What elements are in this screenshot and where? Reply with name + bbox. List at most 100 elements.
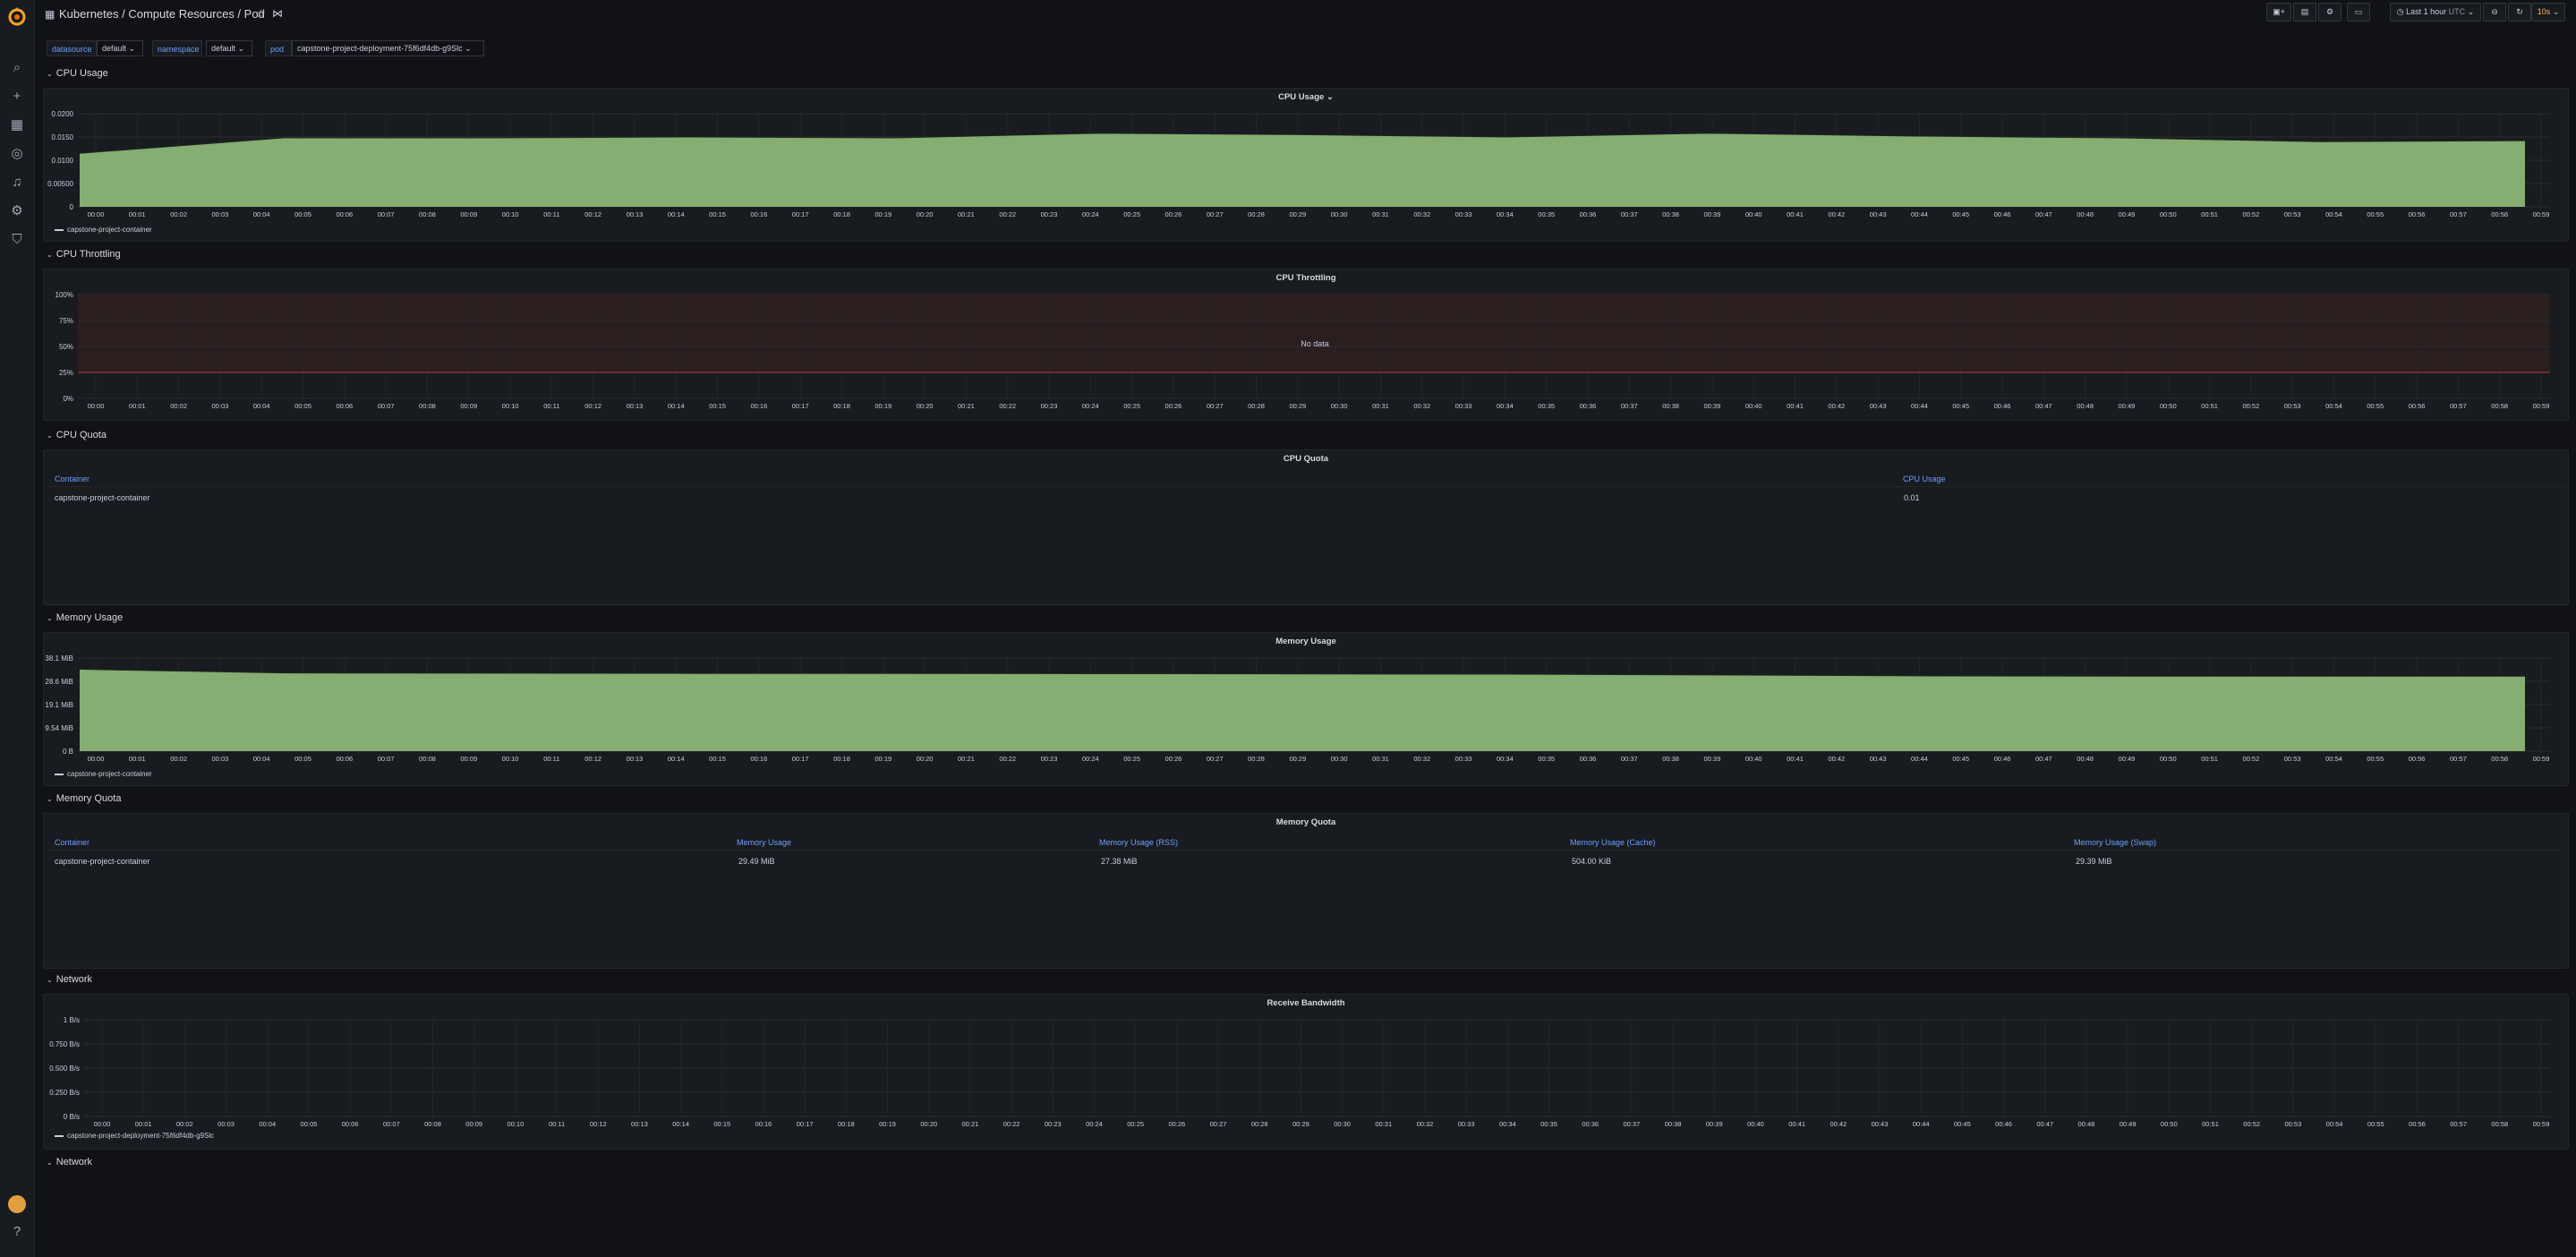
x-tick-label: 00:21 [958, 210, 975, 218]
dashboards-icon[interactable]: ▦ [8, 116, 26, 134]
column-header-container[interactable]: Container [55, 838, 90, 847]
x-tick-label: 00:58 [2491, 1120, 2508, 1128]
x-tick-label: 00:11 [543, 755, 559, 763]
help-icon[interactable]: ? [8, 1223, 26, 1241]
x-tick-label: 00:12 [584, 755, 601, 763]
no-data-label: No data [1301, 339, 1329, 348]
row-header-cpu-usage[interactable]: ⌄ CPU Usage [47, 68, 108, 79]
row-header-network-2[interactable]: ⌄ Network [47, 1157, 92, 1167]
x-tick-label: 00:00 [88, 210, 105, 218]
tv-mode-icon[interactable]: ▭ [2347, 3, 2370, 21]
x-tick-label: 00:25 [1123, 755, 1140, 763]
x-tick-label: 00:54 [2325, 402, 2342, 410]
column-header-memory-usage[interactable]: Memory Usage [737, 838, 791, 847]
column-header-memory-swap[interactable]: Memory Usage (Swap) [2074, 838, 2156, 847]
zoom-out-icon[interactable]: ⊖ [2483, 3, 2506, 21]
panel-title[interactable]: Memory Quota [44, 817, 2568, 827]
x-tick-label: 00:41 [1787, 210, 1804, 218]
x-tick-label: 00:39 [1706, 1120, 1723, 1128]
x-tick-label: 00:35 [1540, 1120, 1557, 1128]
column-header-cpu-usage[interactable]: CPU Usage [1903, 475, 1946, 483]
column-header-memory-cache[interactable]: Memory Usage (Cache) [1570, 838, 1656, 847]
plus-icon[interactable]: + [8, 88, 26, 106]
x-tick-label: 00:06 [336, 755, 353, 763]
shield-icon[interactable]: ⛉ [8, 231, 26, 249]
refresh-interval-picker[interactable]: 10s ⌄ [2531, 3, 2565, 21]
panel-title[interactable]: CPU Throttling [44, 273, 2568, 283]
alerting-bell-icon[interactable]: ♫ [8, 174, 26, 192]
x-tick-label: 00:56 [2409, 1120, 2426, 1128]
variable-value: capstone-project-deployment-75f6df4db-g9… [297, 44, 463, 53]
dashboard-settings-icon[interactable]: ⚙ [2318, 3, 2341, 21]
legend-item[interactable]: capstone-project-container [55, 226, 152, 234]
x-tick-label: 00:34 [1497, 210, 1514, 218]
variable-select-namespace[interactable]: default ⌄ [206, 40, 252, 56]
variable-select-pod[interactable]: capstone-project-deployment-75f6df4db-g9… [292, 40, 484, 56]
chevron-down-icon: ⌄ [47, 70, 53, 78]
star-icon[interactable]: ☆ [256, 7, 266, 20]
x-tick-label: 00:14 [668, 210, 685, 218]
y-tick-label: 0.00500 [47, 180, 73, 188]
row-header-cpu-quota[interactable]: ⌄ CPU Quota [47, 430, 107, 440]
x-tick-label: 00:02 [176, 1120, 193, 1128]
panel-title[interactable]: Receive Bandwidth [44, 998, 2568, 1008]
memory-usage-chart[interactable]: 38.1 MiB 28.6 MiB 19.1 MiB 9.54 MiB 0 B 00:00… [44, 647, 2568, 782]
y-tick-label: 0 B [63, 748, 73, 756]
chevron-down-icon: ⌄ [47, 614, 53, 622]
x-tick-label: 00:59 [2533, 402, 2550, 410]
refresh-icon[interactable]: ↻ [2508, 3, 2531, 21]
x-tick-label: 00:14 [668, 402, 685, 410]
x-tick-label: 00:27 [1207, 755, 1224, 763]
x-tick-label: 00:44 [1911, 402, 1928, 410]
x-tick-label: 00:05 [294, 210, 311, 218]
legend-item[interactable]: capstone-project-deployment-75f6df4db-g9… [55, 1132, 214, 1140]
row-header-network[interactable]: ⌄ Network [47, 974, 92, 985]
x-tick-label: 00:29 [1289, 402, 1306, 410]
x-tick-label: 00:07 [383, 1120, 400, 1128]
panel-title[interactable]: Memory Usage [44, 637, 2568, 646]
x-tick-label: 00:06 [336, 210, 353, 218]
x-tick-label: 00:33 [1455, 755, 1472, 763]
x-tick-label: 00:42 [1830, 1120, 1847, 1128]
x-tick-label: 00:58 [2491, 402, 2508, 410]
explore-compass-icon[interactable]: ◎ [8, 145, 26, 163]
row-header-memory-usage[interactable]: ⌄ Memory Usage [47, 612, 123, 623]
search-icon[interactable]: ⌕ [8, 59, 26, 77]
legend-item[interactable]: capstone-project-container [55, 770, 152, 778]
add-panel-button[interactable]: ▣+ [2266, 3, 2291, 21]
page-title[interactable]: Kubernetes / Compute Resources / Pod [59, 7, 265, 21]
row-header-memory-quota[interactable]: ⌄ Memory Quota [47, 793, 121, 804]
x-tick-label: 00:25 [1123, 210, 1140, 218]
top-bar: ▦ Kubernetes / Compute Resources / Pod ☆… [34, 0, 2576, 29]
x-tick-label: 00:28 [1248, 402, 1265, 410]
x-tick-label: 00:16 [750, 210, 767, 218]
variable-select-datasource[interactable]: default ⌄ [97, 40, 143, 56]
receive-bandwidth-chart[interactable]: 1 B/s 0.750 B/s 0.500 B/s 0.250 B/s 0 B/s 00:… [44, 1009, 2568, 1143]
x-tick-label: 00:23 [1041, 755, 1058, 763]
x-tick-label: 00:40 [1745, 210, 1762, 218]
settings-gear-icon[interactable]: ⚙ [8, 202, 26, 220]
x-tick-label: 00:21 [958, 755, 975, 763]
x-tick-label: 00:05 [301, 1120, 318, 1128]
time-range-picker[interactable]: ◷ Last 1 hour UTC ⌄ [2390, 3, 2481, 21]
x-tick-label: 00:53 [2284, 402, 2301, 410]
y-tick-label: 9.54 MiB [45, 724, 73, 732]
share-icon[interactable]: ⋈ [272, 7, 283, 20]
row-title: Memory Quota [55, 793, 122, 804]
avatar[interactable] [8, 1195, 26, 1213]
x-tick-label: 00:44 [1911, 210, 1928, 218]
grafana-logo-icon[interactable] [6, 5, 28, 27]
row-header-cpu-throttling[interactable]: ⌄ CPU Throttling [47, 249, 121, 260]
column-header-memory-rss[interactable]: Memory Usage (RSS) [1099, 838, 1178, 847]
save-icon[interactable]: ▤ [2293, 3, 2316, 21]
x-tick-label: 00:14 [668, 755, 685, 763]
column-header-container[interactable]: Container [55, 475, 90, 483]
x-tick-label: 00:22 [1003, 1120, 1020, 1128]
cpu-usage-chart[interactable]: 0.0200 0.0150 0.0100 0.00500 0 00:00 00:01 00:0… [44, 103, 2568, 237]
panel-title[interactable]: CPU Quota [44, 454, 2568, 464]
cpu-throttling-chart[interactable]: 100% 75% 50% 25% 0% 00:00 00:01 00:02 00:03 00:04… [44, 284, 2568, 418]
row-title: CPU Usage [55, 68, 108, 79]
panel-title[interactable]: CPU Usage ⌄ [44, 92, 2568, 102]
x-tick-label: 00:22 [999, 402, 1016, 410]
x-tick-label: 00:35 [1538, 755, 1555, 763]
